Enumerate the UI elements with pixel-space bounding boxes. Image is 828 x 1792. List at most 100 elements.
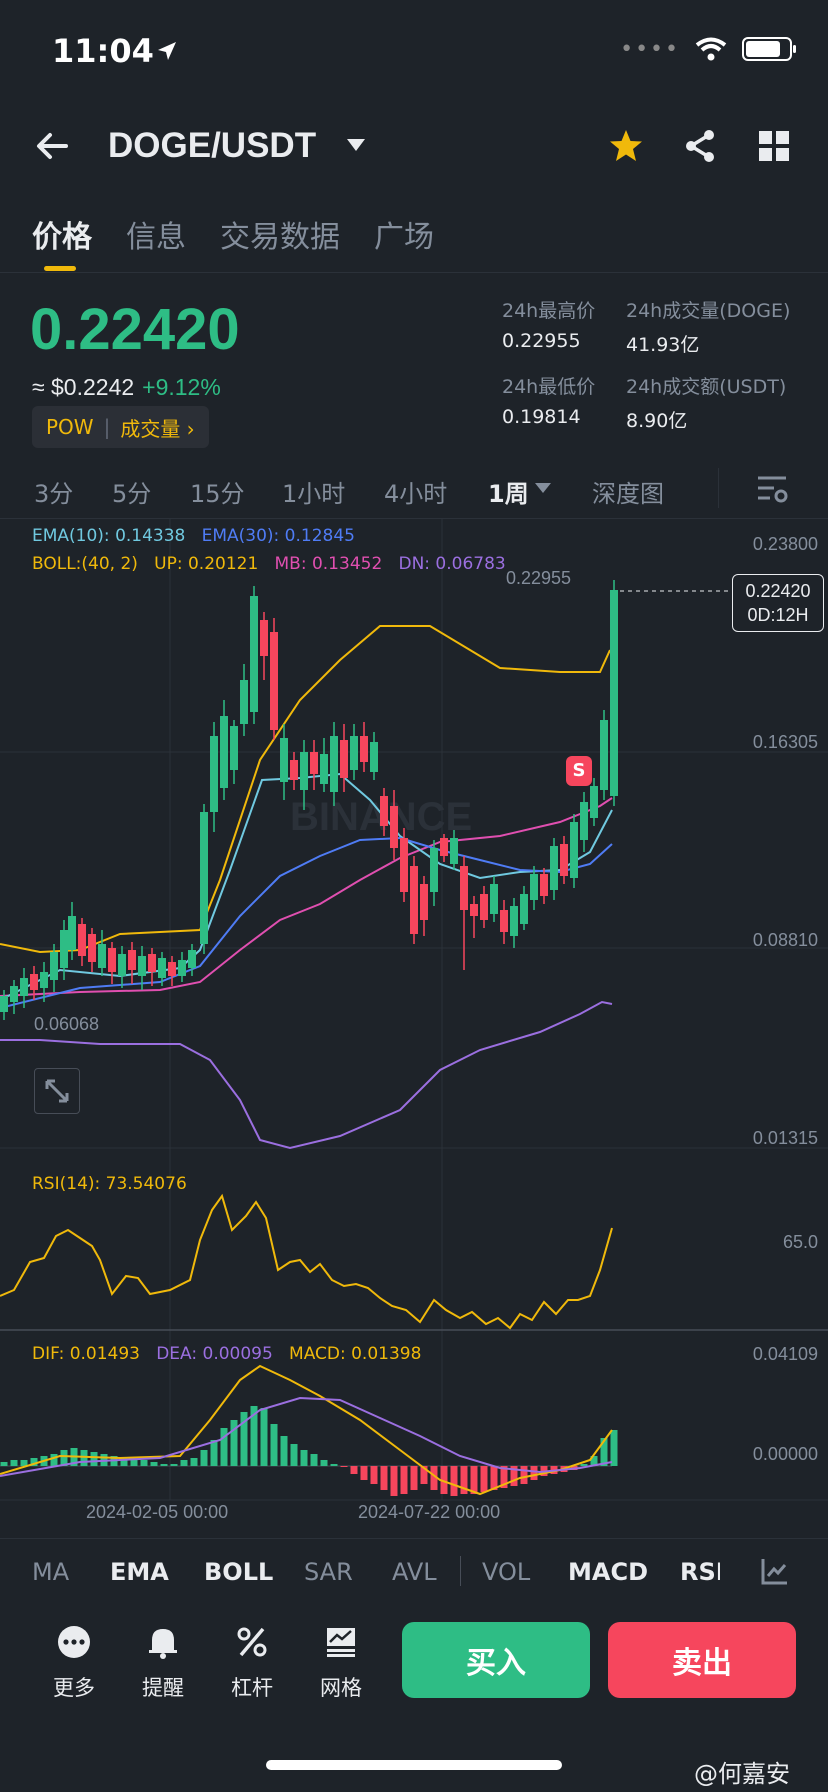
- macd-histogram-bar: [520, 1466, 528, 1484]
- candle-body: [320, 754, 328, 784]
- candle-body: [240, 680, 248, 724]
- alert-button[interactable]: 提醒: [127, 1622, 199, 1702]
- tab-price[interactable]: 价格: [32, 212, 92, 256]
- tab-info[interactable]: 信息: [126, 212, 186, 256]
- candle-body: [30, 974, 38, 990]
- indicator-settings-icon[interactable]: [760, 1556, 790, 1586]
- star-icon[interactable]: [608, 128, 644, 164]
- macd-histogram-bar: [80, 1450, 88, 1466]
- candle-body: [118, 954, 126, 976]
- boll-mb: MB: 0.13452: [274, 554, 383, 574]
- margin-button[interactable]: 杠杆: [216, 1622, 288, 1702]
- rsi-line: [0, 1193, 613, 1330]
- back-arrow-icon[interactable]: [34, 128, 70, 164]
- rsi-legend: RSI(14): 73.54076: [32, 1174, 187, 1194]
- tf-dropdown-icon[interactable]: [534, 482, 552, 494]
- candle-body: [78, 924, 86, 956]
- ind-macd[interactable]: MACD: [568, 1558, 648, 1586]
- last-price: 0.22420: [30, 297, 240, 362]
- ind-avl[interactable]: AVL: [392, 1558, 437, 1586]
- tf-1h[interactable]: 1小时: [282, 474, 345, 509]
- macd-histogram-bar: [210, 1440, 218, 1466]
- tf-15m[interactable]: 15分: [190, 474, 245, 509]
- sell-button[interactable]: 卖出: [608, 1622, 796, 1698]
- ind-ema[interactable]: EMA: [110, 1558, 169, 1586]
- ind-ma[interactable]: MA: [32, 1558, 69, 1586]
- boll-dn: DN: 0.06783: [398, 554, 506, 574]
- macd-histogram-bar: [340, 1466, 348, 1467]
- alert-label: 提醒: [142, 1676, 184, 1700]
- candle-body: [530, 874, 538, 900]
- expand-icon: [45, 1079, 69, 1103]
- tf-4h[interactable]: 4小时: [384, 474, 447, 509]
- sell-marker[interactable]: S: [566, 756, 592, 786]
- chevron-down-icon[interactable]: [346, 138, 366, 152]
- candle-body: [450, 838, 458, 864]
- share-icon[interactable]: [682, 128, 718, 164]
- divider: [0, 272, 828, 273]
- grid-icon[interactable]: [758, 130, 790, 162]
- candle-body: [340, 740, 348, 778]
- bell-icon: [149, 1629, 177, 1659]
- ind-vol[interactable]: VOL: [482, 1558, 530, 1586]
- tab-square[interactable]: 广场: [374, 212, 434, 256]
- candle-body: [250, 596, 258, 712]
- tf-1w[interactable]: 1周: [488, 474, 529, 509]
- kline-chart[interactable]: BINANCE: [0, 518, 828, 1538]
- ind-boll[interactable]: BOLL: [204, 1558, 273, 1586]
- ind-sar[interactable]: SAR: [304, 1558, 353, 1586]
- chart-settings-icon[interactable]: [756, 474, 788, 504]
- macd-histogram-bar: [350, 1466, 358, 1474]
- tab-trading-data[interactable]: 交易数据: [220, 212, 340, 256]
- axis-label-price-2: 0.16305: [752, 732, 818, 752]
- tf-5m[interactable]: 5分: [112, 474, 151, 509]
- buy-button[interactable]: 买入: [402, 1622, 590, 1698]
- macd-histogram-bar: [50, 1454, 58, 1466]
- grid-trading-label: 网格: [320, 1676, 362, 1700]
- candle-body: [410, 866, 418, 934]
- macd-histogram-bar: [270, 1424, 278, 1466]
- tag-row[interactable]: POW | 成交量 ›: [32, 406, 209, 448]
- more-button[interactable]: 更多: [38, 1622, 110, 1702]
- more-icon: [58, 1626, 90, 1658]
- candle-body: [260, 620, 268, 656]
- vol-doge-label: 24h成交量(DOGE): [626, 300, 791, 322]
- battery-icon: [742, 37, 796, 61]
- ind-rsi[interactable]: RSI: [680, 1558, 720, 1586]
- dea-legend: DEA: 0.00095: [156, 1344, 273, 1364]
- macd-histogram-bar: [360, 1466, 368, 1480]
- pair-title[interactable]: DOGE/USDT: [108, 126, 316, 166]
- vol-usdt-label: 24h成交额(USDT): [626, 376, 787, 398]
- candle-body: [280, 738, 288, 782]
- macd-histogram-bar: [300, 1450, 308, 1466]
- divider: [0, 1538, 828, 1539]
- candle-body: [88, 934, 96, 962]
- candle-body: [550, 846, 558, 890]
- tf-3m[interactable]: 3分: [34, 474, 73, 509]
- candle-body: [350, 736, 358, 770]
- candle-body: [178, 960, 186, 976]
- candle-body: [20, 978, 28, 996]
- macd-histogram-bar: [280, 1436, 288, 1466]
- candle-body: [600, 720, 608, 790]
- macd-histogram-bar: [390, 1466, 398, 1496]
- expand-button[interactable]: [34, 1068, 80, 1114]
- candle-body: [200, 812, 208, 944]
- tf-depth[interactable]: 深度图: [592, 474, 664, 509]
- macd-histogram-bar: [200, 1450, 208, 1466]
- usd-price: ≈ $0.2242 +9.12%: [32, 374, 221, 401]
- candle-body: [290, 760, 298, 780]
- candle-body: [360, 736, 368, 762]
- tab-bar: 价格 信息 交易数据 广场: [32, 212, 434, 256]
- candle-body: [570, 822, 578, 878]
- grid-trading-icon: [327, 1628, 355, 1657]
- volume-tag: 成交量 ›: [120, 416, 195, 441]
- low-value: 0.19814: [502, 406, 581, 428]
- candle-body: [560, 844, 568, 876]
- macd-histogram-bar: [370, 1466, 378, 1484]
- candle-body: [210, 736, 218, 812]
- wifi-icon: [695, 37, 727, 61]
- candle-body: [380, 796, 388, 826]
- grid-trading-button[interactable]: 网格: [305, 1622, 377, 1702]
- candle-body: [10, 986, 18, 1002]
